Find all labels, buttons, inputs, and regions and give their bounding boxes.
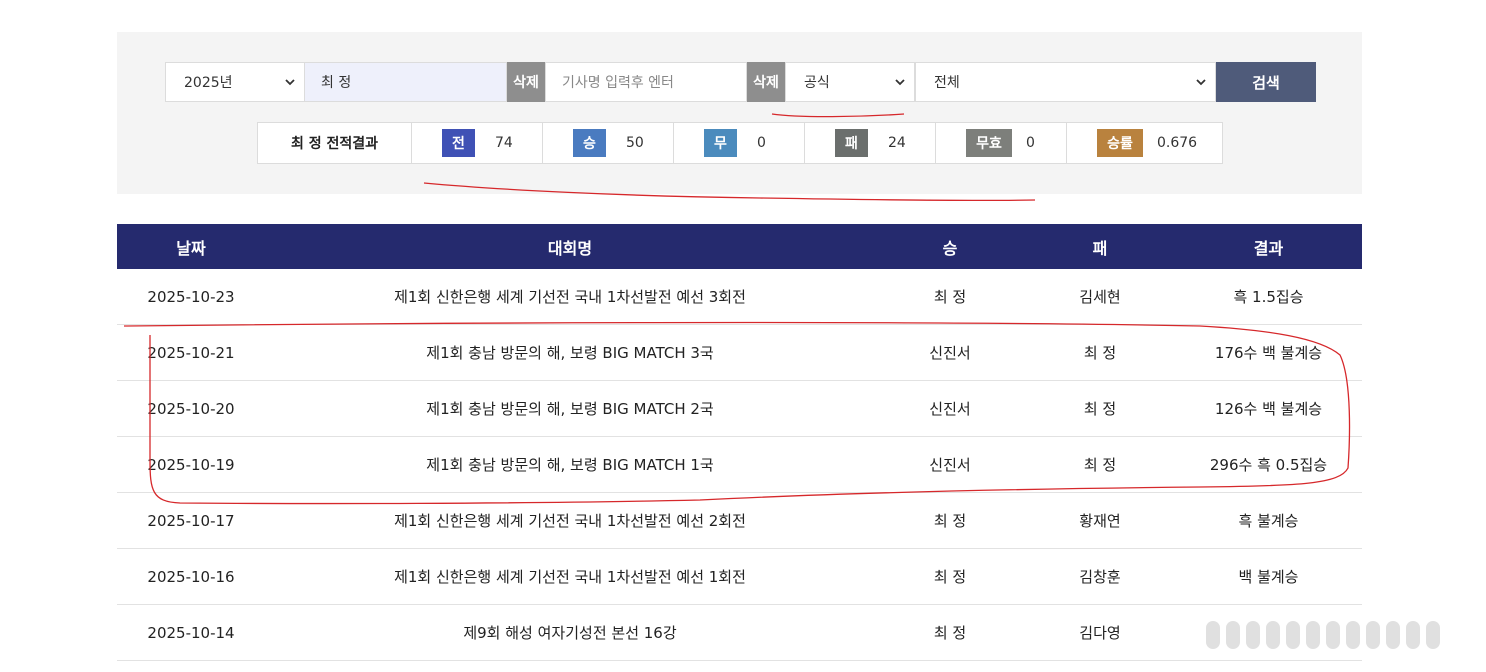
stat-total: 전 74 bbox=[412, 123, 543, 163]
watermark-shape bbox=[1326, 621, 1340, 649]
search-button[interactable]: 검색 bbox=[1216, 62, 1316, 102]
cell-loser: 황재연 bbox=[1025, 492, 1175, 549]
game-type-select[interactable]: 공식 bbox=[785, 62, 915, 102]
stat-wins: 승 50 bbox=[543, 123, 674, 163]
cell-date: 2025-10-17 bbox=[117, 492, 265, 549]
cell-tournament: 제1회 신한은행 세계 기선전 국내 1차선발전 예선 2회전 bbox=[265, 492, 875, 549]
watermark-shape bbox=[1366, 621, 1380, 649]
stat-win-rate-value: 0.676 bbox=[1157, 135, 1198, 151]
table-row[interactable]: 2025-10-17 제1회 신한은행 세계 기선전 국내 1차선발전 예선 2… bbox=[117, 492, 1362, 549]
header-date: 날짜 bbox=[117, 224, 265, 269]
table-row[interactable]: 2025-10-20 제1회 충남 방문의 해, 보령 BIG MATCH 2국… bbox=[117, 380, 1362, 437]
stat-losses-value: 24 bbox=[888, 135, 906, 151]
header-tournament: 대회명 bbox=[265, 224, 875, 269]
stat-win-rate-badge: 승률 bbox=[1097, 129, 1143, 157]
search-panel: 2025년 최 정 삭제 기사명 입력후 엔터 삭제 공식 전체 검색 최 정 … bbox=[117, 32, 1362, 194]
tournament-value: 전체 bbox=[934, 75, 960, 91]
filter-row: 2025년 최 정 삭제 기사명 입력후 엔터 삭제 공식 전체 검색 bbox=[165, 62, 1316, 102]
player-name-value: 최 정 bbox=[321, 75, 352, 91]
cell-result: 296수 흑 0.5집승 bbox=[1175, 436, 1362, 493]
cell-result: 백 불계승 bbox=[1175, 548, 1362, 605]
cell-result: 흑 1.5집승 bbox=[1175, 269, 1362, 325]
table-row[interactable]: 2025-10-23 제1회 신한은행 세계 기선전 국내 1차선발전 예선 3… bbox=[117, 269, 1362, 325]
watermark-shape bbox=[1386, 621, 1400, 649]
cell-loser: 최 정 bbox=[1025, 436, 1175, 493]
watermark-shape bbox=[1266, 621, 1280, 649]
player-search-placeholder: 기사명 입력후 엔터 bbox=[562, 75, 674, 91]
table-row[interactable]: 2025-10-21 제1회 충남 방문의 해, 보령 BIG MATCH 3국… bbox=[117, 324, 1362, 381]
watermark-shape bbox=[1346, 621, 1360, 649]
stat-void-value: 0 bbox=[1026, 135, 1035, 151]
stat-void: 무효 0 bbox=[936, 123, 1067, 163]
stat-void-badge: 무효 bbox=[966, 129, 1012, 157]
game-type-value: 공식 bbox=[804, 75, 830, 91]
watermark-shape bbox=[1426, 621, 1440, 649]
stat-win-rate: 승률 0.676 bbox=[1067, 123, 1222, 163]
stat-draws-badge: 무 bbox=[704, 129, 737, 157]
cell-loser: 최 정 bbox=[1025, 380, 1175, 437]
cell-tournament: 제1회 신한은행 세계 기선전 국내 1차선발전 예선 1회전 bbox=[265, 548, 875, 605]
cell-tournament: 제1회 신한은행 세계 기선전 국내 1차선발전 예선 3회전 bbox=[265, 269, 875, 325]
cell-loser: 최 정 bbox=[1025, 324, 1175, 381]
cell-winner: 최 정 bbox=[875, 492, 1025, 549]
table-header-row: 날짜 대회명 승 패 결과 bbox=[117, 224, 1362, 269]
watermark-shape bbox=[1206, 621, 1220, 649]
watermark-shape bbox=[1406, 621, 1420, 649]
stat-losses-badge: 패 bbox=[835, 129, 868, 157]
cell-loser: 김창훈 bbox=[1025, 548, 1175, 605]
stat-draws: 무 0 bbox=[674, 123, 805, 163]
stat-total-badge: 전 bbox=[442, 129, 475, 157]
watermark-shape bbox=[1306, 621, 1320, 649]
header-loser: 패 bbox=[1025, 224, 1175, 269]
cell-winner: 신진서 bbox=[875, 380, 1025, 437]
cell-winner: 신진서 bbox=[875, 436, 1025, 493]
chevron-down-icon bbox=[1196, 79, 1206, 86]
stat-draws-value: 0 bbox=[757, 135, 766, 151]
chevron-down-icon bbox=[895, 79, 905, 86]
cell-tournament: 제1회 충남 방문의 해, 보령 BIG MATCH 3국 bbox=[265, 324, 875, 381]
cell-date: 2025-10-16 bbox=[117, 548, 265, 605]
table-row[interactable]: 2025-10-16 제1회 신한은행 세계 기선전 국내 1차선발전 예선 1… bbox=[117, 548, 1362, 605]
watermark-shape bbox=[1226, 621, 1240, 649]
cell-tournament: 제9회 해성 여자기성전 본선 16강 bbox=[265, 604, 875, 661]
header-winner: 승 bbox=[875, 224, 1025, 269]
cell-date: 2025-10-14 bbox=[117, 604, 265, 661]
player-name-field[interactable]: 최 정 bbox=[305, 62, 507, 102]
table-row[interactable]: 2025-10-14 제9회 해성 여자기성전 본선 16강 최 정 김다영 bbox=[117, 604, 1362, 661]
watermark-shape bbox=[1246, 621, 1260, 649]
stat-wins-value: 50 bbox=[626, 135, 644, 151]
table-row[interactable]: 2025-10-19 제1회 충남 방문의 해, 보령 BIG MATCH 1국… bbox=[117, 436, 1362, 493]
watermark-shape bbox=[1286, 621, 1300, 649]
cell-winner: 최 정 bbox=[875, 548, 1025, 605]
cell-result: 176수 백 불계승 bbox=[1175, 324, 1362, 381]
cell-tournament: 제1회 충남 방문의 해, 보령 BIG MATCH 2국 bbox=[265, 380, 875, 437]
cell-winner: 신진서 bbox=[875, 324, 1025, 381]
chevron-down-icon bbox=[285, 79, 295, 86]
tournament-select[interactable]: 전체 bbox=[915, 62, 1216, 102]
record-summary: 최 정 전적결과 전 74 승 50 무 0 패 24 무효 0 승률 0.67… bbox=[257, 122, 1223, 164]
cell-date: 2025-10-23 bbox=[117, 269, 265, 325]
year-select[interactable]: 2025년 bbox=[165, 62, 305, 102]
cell-loser: 김세현 bbox=[1025, 269, 1175, 325]
delete-name-button[interactable]: 삭제 bbox=[507, 62, 545, 102]
blurred-watermark bbox=[1200, 612, 1476, 658]
delete-player-button[interactable]: 삭제 bbox=[747, 62, 785, 102]
year-select-value: 2025년 bbox=[184, 75, 233, 91]
cell-date: 2025-10-19 bbox=[117, 436, 265, 493]
cell-date: 2025-10-21 bbox=[117, 324, 265, 381]
cell-date: 2025-10-20 bbox=[117, 380, 265, 437]
results-table: 날짜 대회명 승 패 결과 2025-10-23 제1회 신한은행 세계 기선전… bbox=[117, 224, 1362, 661]
cell-result: 흑 불계승 bbox=[1175, 492, 1362, 549]
cell-result: 126수 백 불계승 bbox=[1175, 380, 1362, 437]
cell-loser: 김다영 bbox=[1025, 604, 1175, 661]
player-search-input[interactable]: 기사명 입력후 엔터 bbox=[545, 62, 747, 102]
stat-total-value: 74 bbox=[495, 135, 513, 151]
stat-losses: 패 24 bbox=[805, 123, 936, 163]
cell-tournament: 제1회 충남 방문의 해, 보령 BIG MATCH 1국 bbox=[265, 436, 875, 493]
record-summary-title: 최 정 전적결과 bbox=[258, 123, 412, 163]
cell-winner: 최 정 bbox=[875, 269, 1025, 325]
header-result: 결과 bbox=[1175, 224, 1362, 269]
stat-wins-badge: 승 bbox=[573, 129, 606, 157]
cell-winner: 최 정 bbox=[875, 604, 1025, 661]
